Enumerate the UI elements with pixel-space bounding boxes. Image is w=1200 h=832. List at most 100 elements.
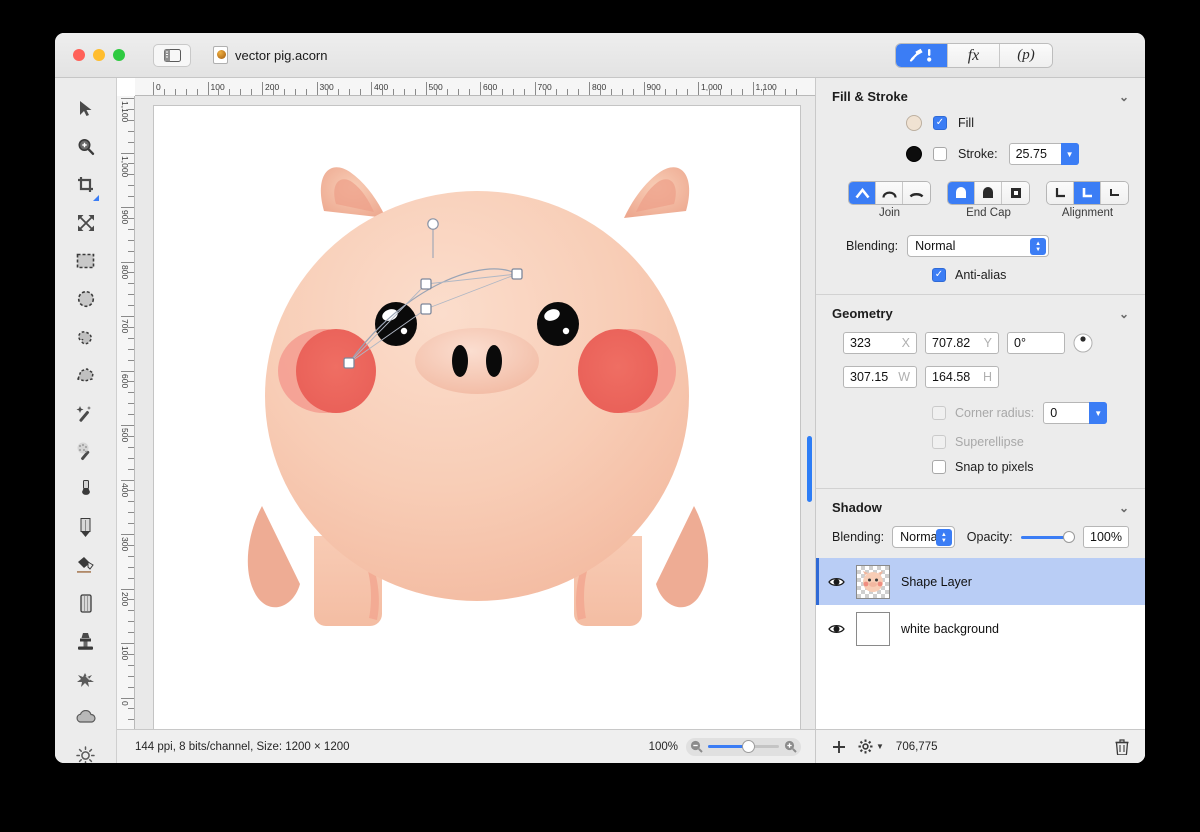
tab-tools[interactable] <box>896 44 948 67</box>
pig-illustration[interactable] <box>154 106 800 732</box>
corner-radius-field[interactable]: 0 ▼ <box>1043 402 1108 424</box>
tool-brush-tool[interactable] <box>70 470 101 508</box>
antialias-row[interactable]: Anti-alias <box>816 265 1145 285</box>
blending-select-arrow[interactable]: ▲ ▼ <box>1030 238 1047 255</box>
stroke-width-stepper[interactable]: ▼ <box>1060 143 1079 165</box>
square-cap-button[interactable] <box>1002 182 1029 204</box>
tool-magic-wand-tool[interactable] <box>70 394 101 432</box>
stroke-row[interactable]: Stroke: 25.75 ▼ <box>816 140 1145 168</box>
corner-radius-row[interactable]: Corner radius: 0 ▼ <box>816 399 1145 427</box>
minimize-button[interactable] <box>93 49 105 61</box>
geometry-w-field[interactable]: 307.15 W <box>843 366 917 388</box>
alignment-group[interactable]: Alignment <box>1046 181 1129 219</box>
tool-lasso-tool[interactable] <box>70 318 101 356</box>
shadow-opacity-slider[interactable] <box>1020 530 1076 544</box>
tool-paint-bucket-tool[interactable] <box>70 546 101 584</box>
geometry-y-field[interactable]: 707.82 Y <box>925 332 999 354</box>
stroke-checkbox[interactable] <box>933 147 947 161</box>
fill-row[interactable]: Fill <box>816 112 1145 134</box>
align-inner-button[interactable] <box>1047 182 1074 204</box>
plus-magnifier-icon[interactable] <box>784 740 797 753</box>
tool-eraser-tool[interactable] <box>70 584 101 622</box>
tool-polygon-lasso-tool[interactable] <box>70 356 101 394</box>
sidebar-toggle-button[interactable] <box>153 43 191 67</box>
zoom-button[interactable] <box>113 49 125 61</box>
geometry-header[interactable]: Geometry ⌄ <box>816 295 1145 329</box>
tool-dither-wand-tool[interactable] <box>70 432 101 470</box>
blending-select[interactable]: Normal ▲ ▼ <box>907 235 1050 257</box>
close-button[interactable] <box>73 49 85 61</box>
shadow-blending-select[interactable]: Normal ▲ ▼ <box>892 526 955 548</box>
geometry-h-field[interactable]: 164.58 H <box>925 366 999 388</box>
canvas-viewport[interactable] <box>135 96 815 763</box>
tool-blur-tool[interactable] <box>70 698 101 736</box>
chevron-down-icon[interactable]: ⌄ <box>1119 90 1129 104</box>
endcap-group[interactable]: End Cap <box>947 181 1030 219</box>
chevron-down-icon[interactable]: ⌄ <box>1119 501 1129 515</box>
blending-row[interactable]: Blending: Normal ▲ ▼ <box>816 232 1145 260</box>
horizontal-ruler[interactable]: 0 100 200 300 400 500 600 700 800 900 1,000 1,100 <box>135 78 815 96</box>
eye-visibility-icon[interactable] <box>828 576 845 588</box>
tool-transform-tool[interactable] <box>70 204 101 242</box>
tool-zoom-tool[interactable] <box>70 128 101 166</box>
chevron-down-icon[interactable]: ▼ <box>876 742 884 751</box>
round-join-button[interactable] <box>876 182 903 204</box>
zoom-slider[interactable] <box>686 737 801 756</box>
snap-to-pixels-row[interactable]: Snap to pixels <box>816 457 1145 477</box>
layer-status-controls[interactable]: ▼ 706,775 <box>815 730 1145 763</box>
antialias-checkbox[interactable] <box>932 268 946 282</box>
gear-icon[interactable] <box>858 739 873 754</box>
stroke-color-swatch[interactable] <box>906 146 922 162</box>
geometry-xy-row[interactable]: 323 X 707.82 Y 0° <box>816 329 1145 357</box>
join-group[interactable]: Join <box>848 181 931 219</box>
superellipse-row[interactable]: Superellipse <box>816 432 1145 452</box>
vertical-scrollbar[interactable] <box>807 436 812 502</box>
plus-icon[interactable] <box>832 740 846 754</box>
minus-magnifier-icon[interactable] <box>690 740 703 753</box>
tool-crop-tool[interactable] <box>70 166 101 204</box>
corner-radius-stepper[interactable]: ▼ <box>1089 402 1108 424</box>
align-center-button[interactable] <box>1074 182 1101 204</box>
tool-smudge-tool[interactable] <box>70 660 101 698</box>
eye-visibility-icon[interactable] <box>828 623 845 635</box>
fill-color-swatch[interactable] <box>906 115 922 131</box>
alignment-buttons[interactable] <box>1046 181 1129 205</box>
canvas-paper[interactable] <box>153 105 801 733</box>
layer-actions-menu[interactable]: ▼ <box>858 739 884 754</box>
rotation-dial-icon[interactable] <box>1073 333 1093 353</box>
butt-cap-button[interactable] <box>948 182 975 204</box>
trash-icon[interactable] <box>1115 738 1129 755</box>
endcap-buttons[interactable] <box>947 181 1030 205</box>
inspector-tabs[interactable]: fx (p) <box>895 43 1053 68</box>
chevron-down-icon[interactable]: ⌄ <box>1119 307 1129 321</box>
fill-stroke-header[interactable]: Fill & Stroke ⌄ <box>816 78 1145 112</box>
shadow-blending-row[interactable]: Blending: Normal ▲ ▼ Opacity: 100% <box>816 523 1145 558</box>
round-cap-button[interactable] <box>975 182 1002 204</box>
bevel-join-button[interactable] <box>903 182 930 204</box>
align-outer-button[interactable] <box>1101 182 1128 204</box>
vertical-ruler[interactable]: 1,100 1,000 900 800 700 600 500 400 300 200 100 0 <box>117 96 135 763</box>
geometry-x-field[interactable]: 323 X <box>843 332 917 354</box>
geometry-wh-row[interactable]: 307.15 W 164.58 H <box>816 363 1145 391</box>
stroke-width-field[interactable]: 25.75 ▼ <box>1008 143 1079 165</box>
join-buttons[interactable] <box>848 181 931 205</box>
superellipse-checkbox[interactable] <box>932 435 946 449</box>
shadow-header[interactable]: Shadow ⌄ <box>816 489 1145 523</box>
zoom-slider-knob[interactable] <box>742 740 755 753</box>
layer-row-shape-layer[interactable]: Shape Layer <box>816 558 1145 605</box>
fill-checkbox[interactable] <box>933 116 947 130</box>
shadow-blending-arrow[interactable]: ▲ ▼ <box>935 529 952 546</box>
tool-move-tool[interactable] <box>70 90 101 128</box>
tool-clone-stamp-tool[interactable] <box>70 622 101 660</box>
tool-dodge-tool[interactable] <box>70 736 101 763</box>
layer-row-white-background[interactable]: white background <box>816 605 1145 652</box>
miter-join-button[interactable] <box>849 182 876 204</box>
tool-rect-select-tool[interactable] <box>70 242 101 280</box>
tab-effects[interactable]: fx <box>948 44 1000 67</box>
snap-to-pixels-checkbox[interactable] <box>932 460 946 474</box>
zoom-controls[interactable]: 100% <box>644 737 815 756</box>
geometry-rotation-field[interactable]: 0° <box>1007 332 1065 354</box>
tool-pencil-tool[interactable] <box>70 508 101 546</box>
path-style-groups[interactable]: Join End Cap Alignment <box>816 178 1145 222</box>
tool-ellipse-select-tool[interactable] <box>70 280 101 318</box>
